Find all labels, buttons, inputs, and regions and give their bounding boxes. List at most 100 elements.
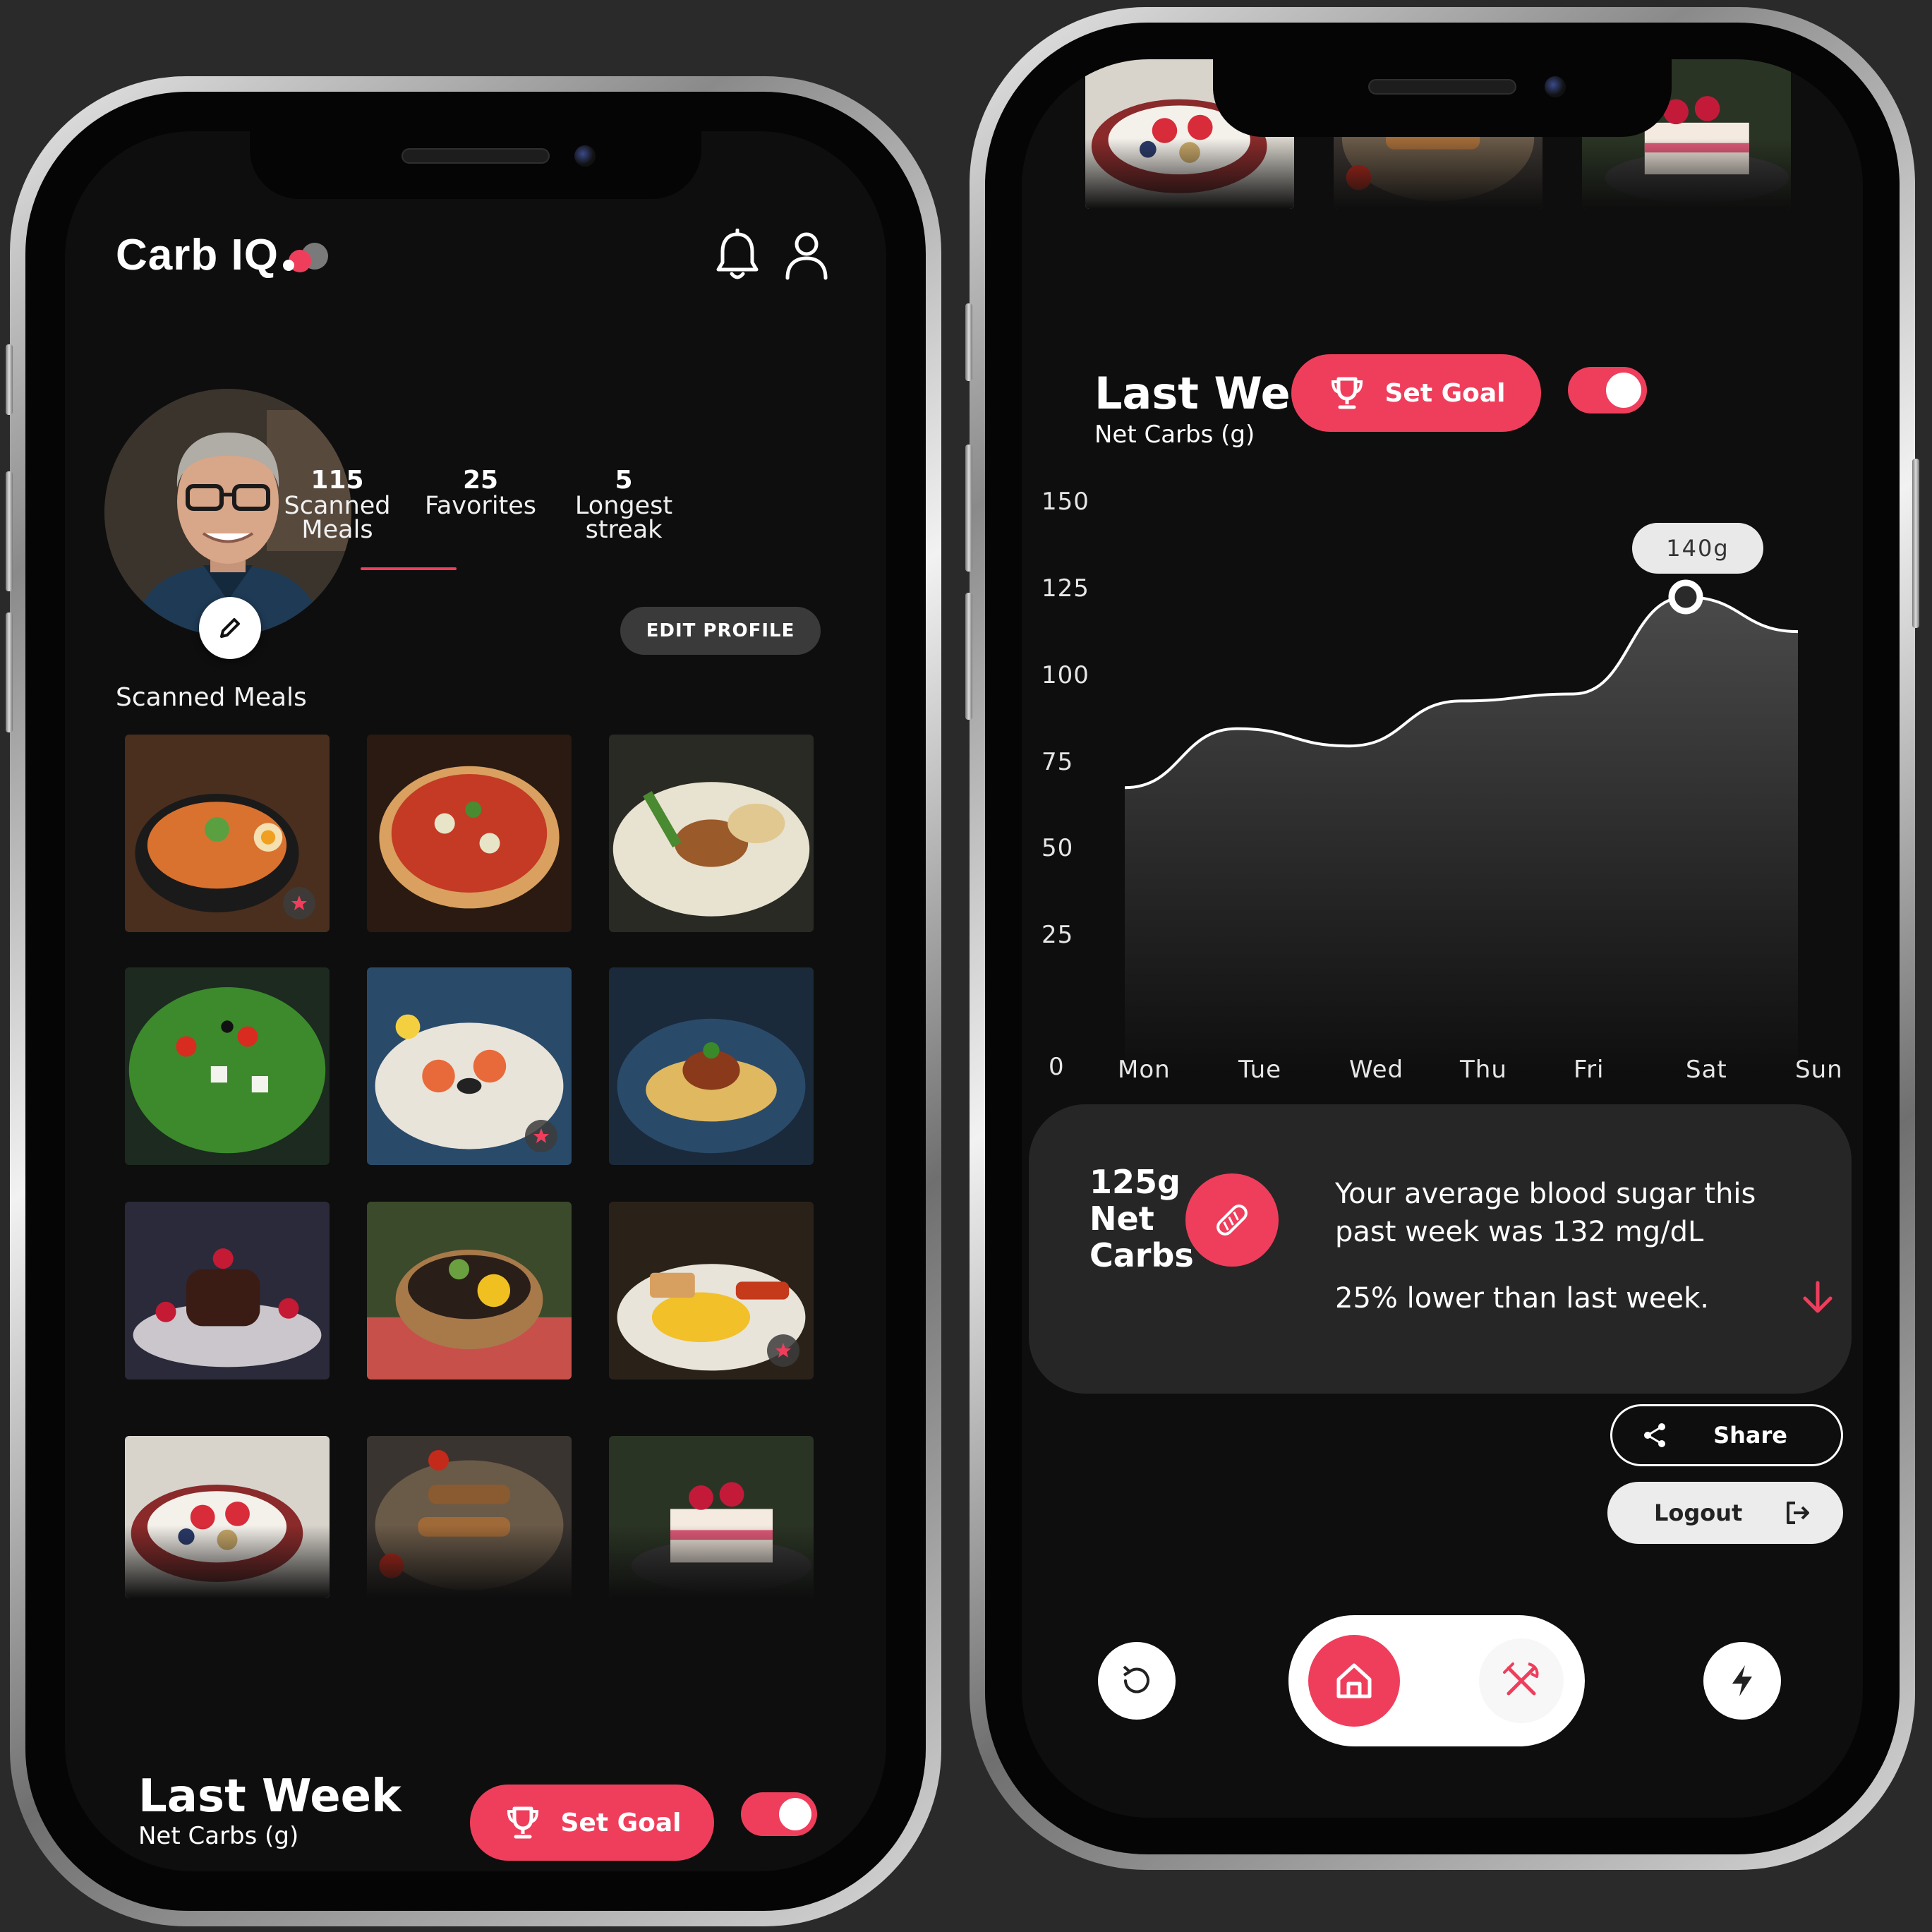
side-button [6,344,13,415]
meal-tile-breakfast-plate[interactable] [609,1202,814,1379]
weekly-summary-card: 125g Net Carbs Your average blood sugar … [1029,1104,1852,1394]
favorite-badge[interactable] [525,1120,557,1152]
y-tick-label: 50 [1042,834,1074,863]
greek-salad-image [125,967,330,1165]
meal-tile-strawberry-cake[interactable] [609,1436,814,1598]
x-tick-label: Fri [1574,1056,1605,1084]
meal-tile-lava-cake[interactable] [125,1202,330,1379]
y-tick-label: 150 [1042,488,1089,516]
x-tick-label: Wed [1349,1056,1404,1084]
grilled-platter-image [367,1436,572,1598]
phone-right: Last Week Net Carbs (g) Set Goal 0 25 50… [965,7,1919,1870]
refresh-icon [1123,1665,1149,1693]
side-button [1912,459,1919,628]
stat-scanned-meals[interactable]: 115 Scanned Meals [267,466,408,544]
share-icon [1644,1423,1665,1447]
stat-value: 5 [615,466,633,495]
x-tick-label: Tue [1238,1056,1282,1084]
y-tick-label: 25 [1042,921,1074,950]
meal-tile-ramen-bowl[interactable] [125,735,330,932]
star-icon [775,1343,791,1358]
front-camera [1545,76,1566,97]
pizza-image [367,735,572,932]
speaker [1368,79,1516,95]
set-goal-button[interactable]: Set Goal [470,1785,714,1861]
peak-value-tooltip: 140g [1632,523,1763,574]
app-name: Carb IQ [116,231,279,279]
x-tick-label: Sun [1795,1056,1843,1084]
x-tick-label: Thu [1460,1056,1507,1084]
meal-tile-greek-salad[interactable] [125,967,330,1165]
stat-label: Longest [574,492,673,520]
weekly-toggle[interactable] [741,1792,817,1836]
blood-sugar-message: Your average blood sugar this past week … [1335,1178,1756,1248]
section-title: Scanned Meals [116,683,307,712]
edit-avatar-button[interactable] [199,597,261,659]
logo-dots-icon [282,234,338,277]
y-tick-label: 100 [1042,660,1089,689]
side-button [6,612,13,732]
stat-value: 25 [462,466,499,495]
phone-bezel: Last Week Net Carbs (g) Set Goal 0 25 50… [985,23,1900,1854]
meal-tile-fruit-yogurt-bowl[interactable] [125,1436,330,1598]
net-carbs-value: 125g [1089,1163,1181,1201]
pencil-icon [220,618,240,638]
front-camera [574,145,596,167]
y-tick-label: 75 [1042,747,1074,776]
grain-bowl-image [367,1202,572,1379]
y-tick-label: 0 [1049,1053,1065,1081]
phone-bezel: Carb IQ 115 Scanned Meals 25 Favorites 5… [25,92,926,1911]
profile-screen: Carb IQ 115 Scanned Meals 25 Favorites 5… [65,131,886,1871]
phone-left: Carb IQ 115 Scanned Meals 25 Favorites 5… [6,76,941,1926]
logout-button[interactable]: Logout [1607,1482,1843,1544]
star-icon [291,895,307,910]
stat-favorites[interactable]: 25 Favorites [410,466,551,519]
home-button[interactable] [1308,1635,1400,1727]
star-icon [533,1128,549,1143]
chart-peak-point[interactable] [1668,579,1703,615]
chicken-asparagus-image [609,735,814,932]
app-logo: Carb IQ [116,230,338,280]
y-tick-label: 125 [1042,574,1089,603]
logout-icon [1787,1502,1809,1524]
weekly-title: Last Week [138,1770,402,1823]
chart-area-fill [1125,596,1798,1075]
stats-screen: Last Week Net Carbs (g) Set Goal 0 25 50… [1022,59,1863,1818]
meal-tile-chicken-asparagus[interactable] [609,735,814,932]
stat-value: 115 [310,466,364,495]
stat-longest-streak[interactable]: 5 Longest streak [553,466,694,543]
pasta-patty-image [609,967,814,1165]
quick-action-button[interactable] [1703,1642,1781,1720]
weekly-header: Last Week Net Carbs (g) [138,1774,402,1850]
fork-knife-icon [1503,1662,1539,1696]
bell-icon[interactable] [713,229,762,282]
meal-tile-pasta-patty[interactable] [609,967,814,1165]
meal-tile-grain-bowl[interactable] [367,1202,572,1379]
meal-tile-seafood-plate[interactable] [367,967,572,1165]
stat-label: Meals [301,516,373,544]
edit-profile-button[interactable]: EDIT PROFILE [620,607,821,655]
side-button [965,445,972,572]
carb-badge [1185,1173,1279,1267]
favorite-badge[interactable] [283,887,315,919]
history-button[interactable] [1098,1642,1176,1720]
notch [1213,59,1672,137]
strawberry-cake-image [609,1436,814,1598]
lightning-icon [1732,1665,1752,1696]
meal-tile-grilled-platter[interactable] [367,1436,572,1598]
share-button[interactable]: Share [1610,1404,1843,1466]
arrow-down-icon [1803,1281,1833,1313]
weekly-comparison: 25% lower than last week. [1335,1282,1709,1315]
toggle-knob [779,1798,811,1830]
x-tick-label: Mon [1118,1056,1171,1084]
share-label: Share [1713,1422,1787,1449]
favorite-badge[interactable] [767,1334,799,1367]
main-nav [1288,1615,1585,1746]
logout-label: Logout [1654,1499,1743,1526]
side-button [965,303,972,381]
weekly-subtitle: Net Carbs (g) [138,1822,299,1850]
meals-button[interactable] [1479,1638,1564,1723]
net-carbs-chart [1124,579,1799,1075]
user-icon[interactable] [782,229,831,282]
meal-tile-pizza[interactable] [367,735,572,932]
